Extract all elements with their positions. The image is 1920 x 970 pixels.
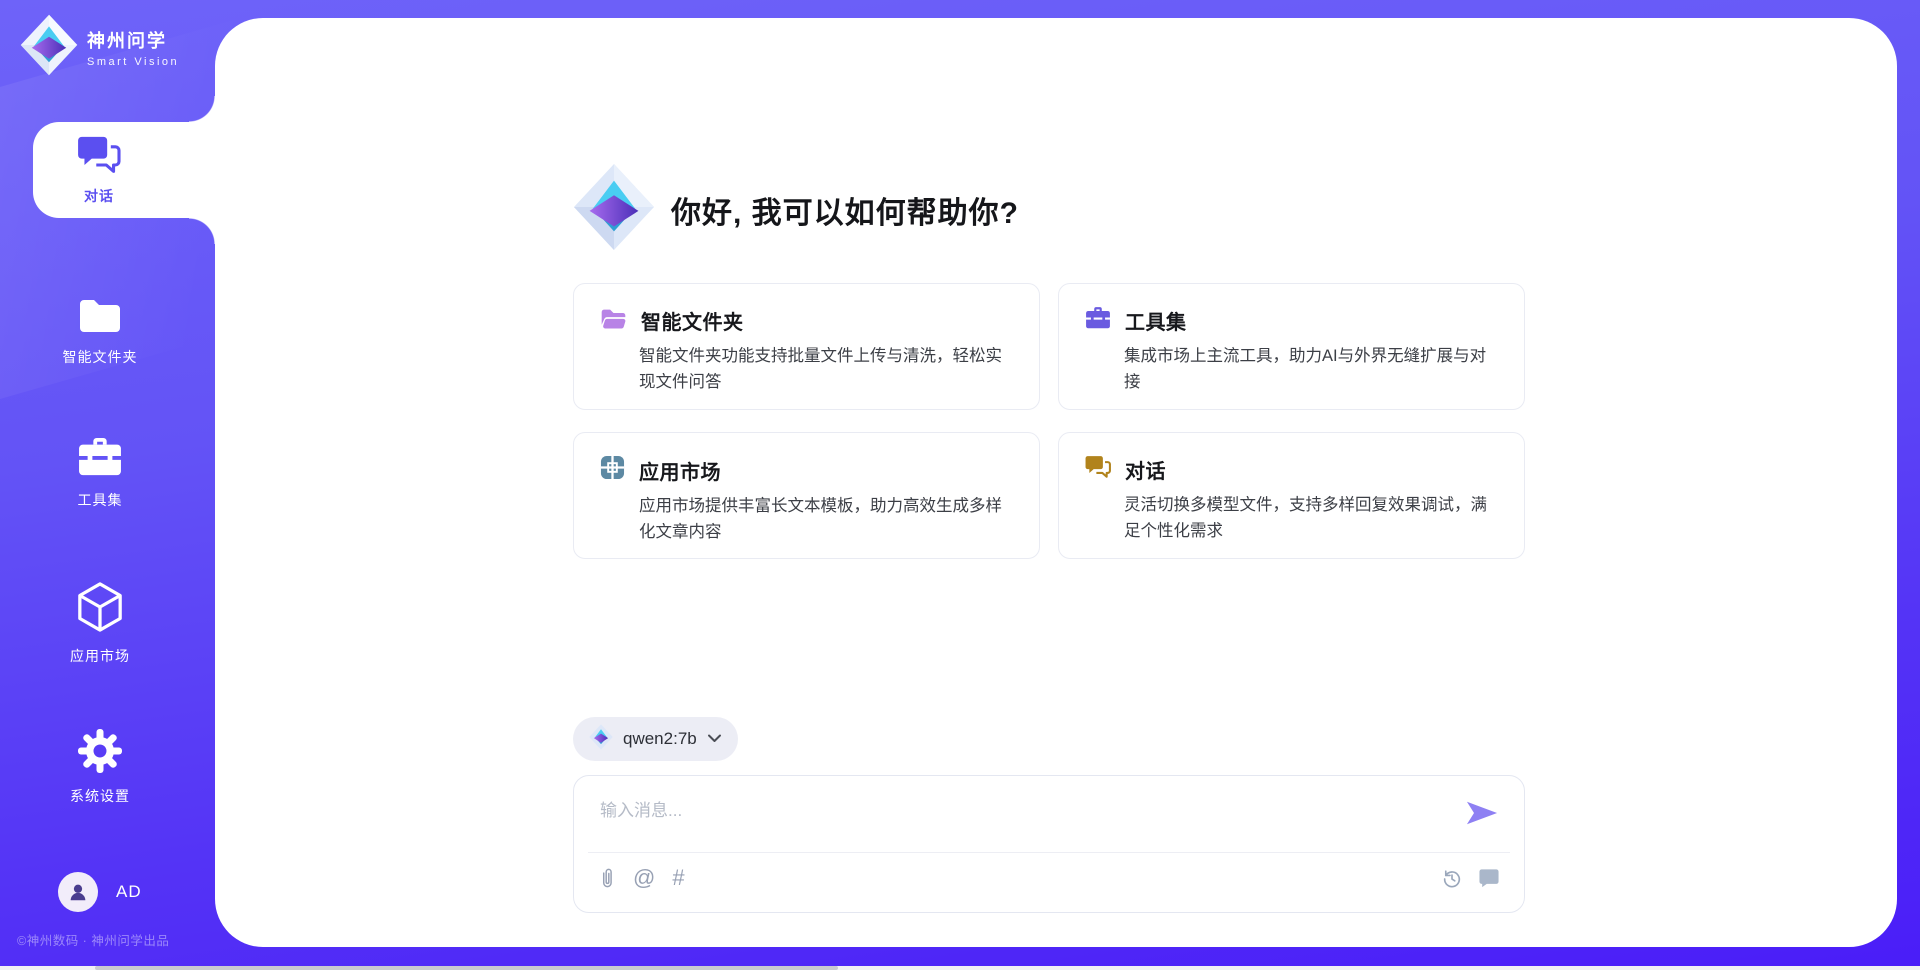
main-panel: 你好, 我可以如何帮助你? 智能文件夹 智能文件夹功能支持批量文件上传与清洗，轻…: [215, 18, 1897, 947]
horizontal-scrollbar-track: [0, 966, 1920, 970]
sidebar-item-label: 智能文件夹: [63, 347, 138, 367]
composer-divider: [588, 852, 1510, 853]
card-title: 对话: [1125, 455, 1166, 484]
sidebar-item-label: 对话: [84, 186, 114, 206]
card-title: 工具集: [1125, 306, 1187, 335]
card-description: 集成市场上主流工具，助力AI与外界无缝扩展与对接: [1124, 344, 1498, 395]
user-name: AD: [116, 882, 142, 902]
sidebar-item-settings[interactable]: 系统设置: [0, 729, 200, 806]
sidebar-item-label: 工具集: [78, 490, 123, 510]
feature-cards: 智能文件夹 智能文件夹功能支持批量文件上传与清洗，轻松实现文件问答: [573, 283, 1525, 559]
avatar: [58, 872, 98, 912]
card-toolset[interactable]: 工具集 集成市场上主流工具，助力AI与外界无缝扩展与对接: [1058, 283, 1525, 410]
model-name: qwen2:7b: [623, 729, 697, 749]
model-selector[interactable]: qwen2:7b: [573, 717, 738, 761]
sidebar-item-label: 系统设置: [70, 786, 130, 806]
user-account[interactable]: AD: [58, 872, 142, 912]
composer-toolbar: @ #: [598, 866, 1500, 890]
sidebar-item-label: 应用市场: [70, 646, 130, 666]
app-window: 神州问学 Smart Vision 对话 智能文件夹: [0, 0, 1920, 970]
horizontal-scrollbar-thumb[interactable]: [95, 966, 838, 970]
sidebar-item-chat[interactable]: 对话: [33, 122, 215, 218]
card-chat[interactable]: 对话 灵活切换多模型文件，支持多样回复效果调试，满足个性化需求: [1058, 432, 1525, 559]
card-app-market[interactable]: 应用市场 应用市场提供丰富长文本模板，助力高效生成多样化文章内容: [573, 432, 1040, 559]
brand-subtitle: Smart Vision: [87, 56, 179, 68]
card-title: 智能文件夹: [641, 306, 744, 335]
copyright-footer: ©神州数码 · 神州问学出品: [17, 930, 169, 949]
message-composer: @ #: [573, 775, 1525, 913]
card-description: 灵活切换多模型文件，支持多样回复效果调试，满足个性化需求: [1124, 493, 1498, 544]
card-smart-folders[interactable]: 智能文件夹 智能文件夹功能支持批量文件上传与清洗，轻松实现文件问答: [573, 283, 1040, 410]
chat-icon: [77, 135, 121, 180]
folder-icon: [78, 296, 122, 339]
briefcase-icon: [77, 437, 123, 482]
app-logo-icon: [573, 163, 655, 256]
card-description: 应用市场提供丰富长文本模板，助力高效生成多样化文章内容: [639, 494, 1013, 545]
brand: 神州问学 Smart Vision: [20, 14, 179, 81]
sidebar-item-tools[interactable]: 工具集: [0, 437, 200, 510]
model-logo-icon: [589, 724, 613, 755]
attach-icon[interactable]: [598, 866, 616, 890]
brand-name: 神州问学: [87, 27, 179, 53]
history-icon[interactable]: [1441, 867, 1463, 889]
hash-icon[interactable]: #: [672, 867, 684, 889]
chat-bubbles-icon: [1085, 455, 1111, 484]
sidebar-item-market[interactable]: 应用市场: [0, 581, 200, 666]
feedback-icon[interactable]: [1478, 868, 1500, 888]
cube-icon: [76, 581, 124, 638]
mention-icon[interactable]: @: [633, 867, 655, 889]
send-icon[interactable]: [1466, 800, 1498, 826]
brand-logo-icon: [20, 14, 78, 81]
sidebar: 神州问学 Smart Vision 对话 智能文件夹: [0, 0, 215, 970]
sidebar-item-folders[interactable]: 智能文件夹: [0, 296, 200, 367]
message-input[interactable]: [598, 794, 1462, 846]
greeting-title: 你好, 我可以如何帮助你?: [671, 188, 1019, 232]
chevron-down-icon: [707, 730, 722, 748]
card-description: 智能文件夹功能支持批量文件上传与清洗，轻松实现文件问答: [639, 344, 1013, 395]
open-folder-icon: [600, 306, 627, 335]
gear-icon: [78, 729, 122, 778]
toolbox-icon: [1085, 306, 1111, 335]
grid-icon: [600, 455, 625, 485]
brand-text: 神州问学 Smart Vision: [87, 27, 179, 68]
hero: 你好, 我可以如何帮助你?: [573, 163, 1525, 256]
card-title: 应用市场: [639, 456, 721, 485]
